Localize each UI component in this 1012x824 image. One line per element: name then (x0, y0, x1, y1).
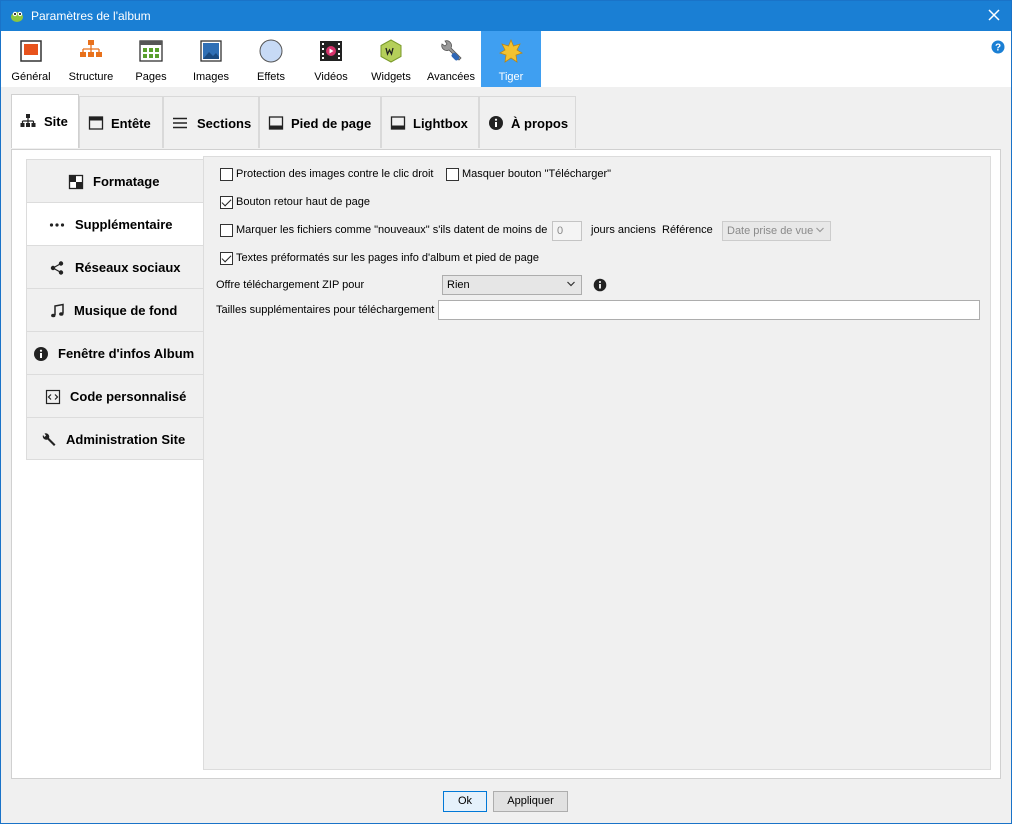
days-suffix-label: jours anciens (591, 224, 656, 236)
toolbar-pages[interactable]: Pages (121, 31, 181, 87)
tab-site[interactable]: Site (11, 94, 79, 148)
advanced-icon (441, 40, 462, 61)
main-toolbar: Général Structure Pages Images Effets Vi… (1, 31, 1011, 87)
svg-text:?: ? (995, 43, 1001, 54)
hide-download-label: Masquer bouton "Télécharger" (462, 168, 612, 180)
chevron-down-icon (567, 281, 575, 287)
extra-sizes-label: Tailles supplémentaires pour téléchargem… (216, 304, 435, 316)
sidebar-item-administration-site[interactable]: Administration Site (26, 417, 204, 460)
info-icon (489, 116, 503, 130)
widgets-icon (380, 39, 402, 63)
toolbar-images[interactable]: Images (181, 31, 241, 87)
reference-select[interactable]: Date prise de vue (722, 221, 831, 241)
formatting-icon (68, 174, 84, 190)
share-icon (50, 261, 64, 275)
protect-images-label: Protection des images contre le clic dro… (236, 168, 434, 180)
sidebar-item-fenetre-infos-album[interactable]: Fenêtre d'infos Album (26, 331, 204, 374)
video-icon (320, 41, 342, 61)
wrench-icon (42, 433, 56, 446)
back-to-top-checkbox[interactable] (220, 196, 233, 209)
preformatted-checkbox[interactable] (220, 252, 233, 265)
days-stepper[interactable]: 0 (552, 221, 582, 241)
effects-icon (259, 39, 283, 63)
chevron-down-icon (816, 227, 824, 233)
mark-new-label: Marquer les fichiers comme "nouveaux" s'… (236, 224, 548, 236)
close-icon[interactable] (985, 6, 1003, 24)
preformatted-label: Textes préformatés sur les pages info d'… (236, 252, 539, 264)
window-title: Paramètres de l'album (31, 9, 151, 23)
toolbar-widgets[interactable]: Widgets (361, 31, 421, 87)
back-to-top-label: Bouton retour haut de page (236, 196, 370, 208)
ok-button[interactable]: Ok (443, 791, 487, 812)
sidebar-item-formatage[interactable]: Formatage (26, 159, 204, 202)
settings-dialog: Paramètres de l'album Général Structure (0, 0, 1012, 824)
sidebar-item-musique-de-fond[interactable]: Musique de fond (26, 288, 204, 331)
sidebar-item-supplementaire[interactable]: Supplémentaire (26, 202, 205, 245)
tab-sections[interactable]: Sections (163, 96, 259, 148)
zip-select[interactable]: Rien (442, 275, 582, 295)
reference-label: Référence (662, 224, 713, 236)
toolbar-general[interactable]: Général (1, 31, 61, 87)
mark-new-checkbox[interactable] (220, 224, 233, 237)
sidebar-item-reseaux-sociaux[interactable]: Réseaux sociaux (26, 245, 204, 288)
images-icon (200, 40, 222, 62)
general-icon (20, 40, 42, 62)
extra-sizes-input[interactable] (438, 300, 980, 320)
info-icon (34, 347, 48, 361)
help-icon[interactable]: ? (991, 40, 1005, 54)
sitemap-icon (20, 114, 36, 127)
list-icon (173, 117, 187, 129)
hide-download-checkbox[interactable] (446, 168, 459, 181)
supplementaire-settings: Protection des images contre le clic dro… (203, 156, 991, 770)
structure-icon (80, 40, 102, 57)
tiger-icon (499, 39, 523, 63)
title-bar: Paramètres de l'album (1, 1, 1011, 31)
footer-icon (268, 116, 284, 130)
app-logo-icon (11, 11, 23, 22)
toolbar-effects[interactable]: Effets (241, 31, 301, 87)
toolbar-structure[interactable]: Structure (61, 31, 121, 87)
apply-button[interactable]: Appliquer (493, 791, 568, 812)
header-icon (88, 116, 104, 130)
zip-info-icon[interactable] (593, 278, 607, 292)
tab-entete[interactable]: Entête (79, 96, 163, 148)
lightbox-icon (390, 116, 406, 130)
zip-label: Offre téléchargement ZIP pour (216, 279, 365, 291)
code-icon (45, 389, 61, 405)
tab-pied-de-page[interactable]: Pied de page (259, 96, 381, 148)
toolbar-videos[interactable]: Vidéos (301, 31, 361, 87)
tab-lightbox[interactable]: Lightbox (381, 96, 479, 148)
toolbar-tiger[interactable]: Tiger (481, 31, 541, 87)
tab-a-propos[interactable]: À propos (479, 96, 576, 148)
pages-icon (139, 40, 163, 62)
music-icon (51, 303, 64, 318)
protect-images-checkbox[interactable] (220, 168, 233, 181)
site-tab-panel: Formatage Supplémentaire Réseaux sociaux… (11, 149, 1001, 779)
toolbar-advanced[interactable]: Avancées (421, 31, 481, 87)
sidebar-item-code-personnalise[interactable]: Code personnalisé (26, 374, 204, 417)
more-icon (49, 223, 65, 227)
